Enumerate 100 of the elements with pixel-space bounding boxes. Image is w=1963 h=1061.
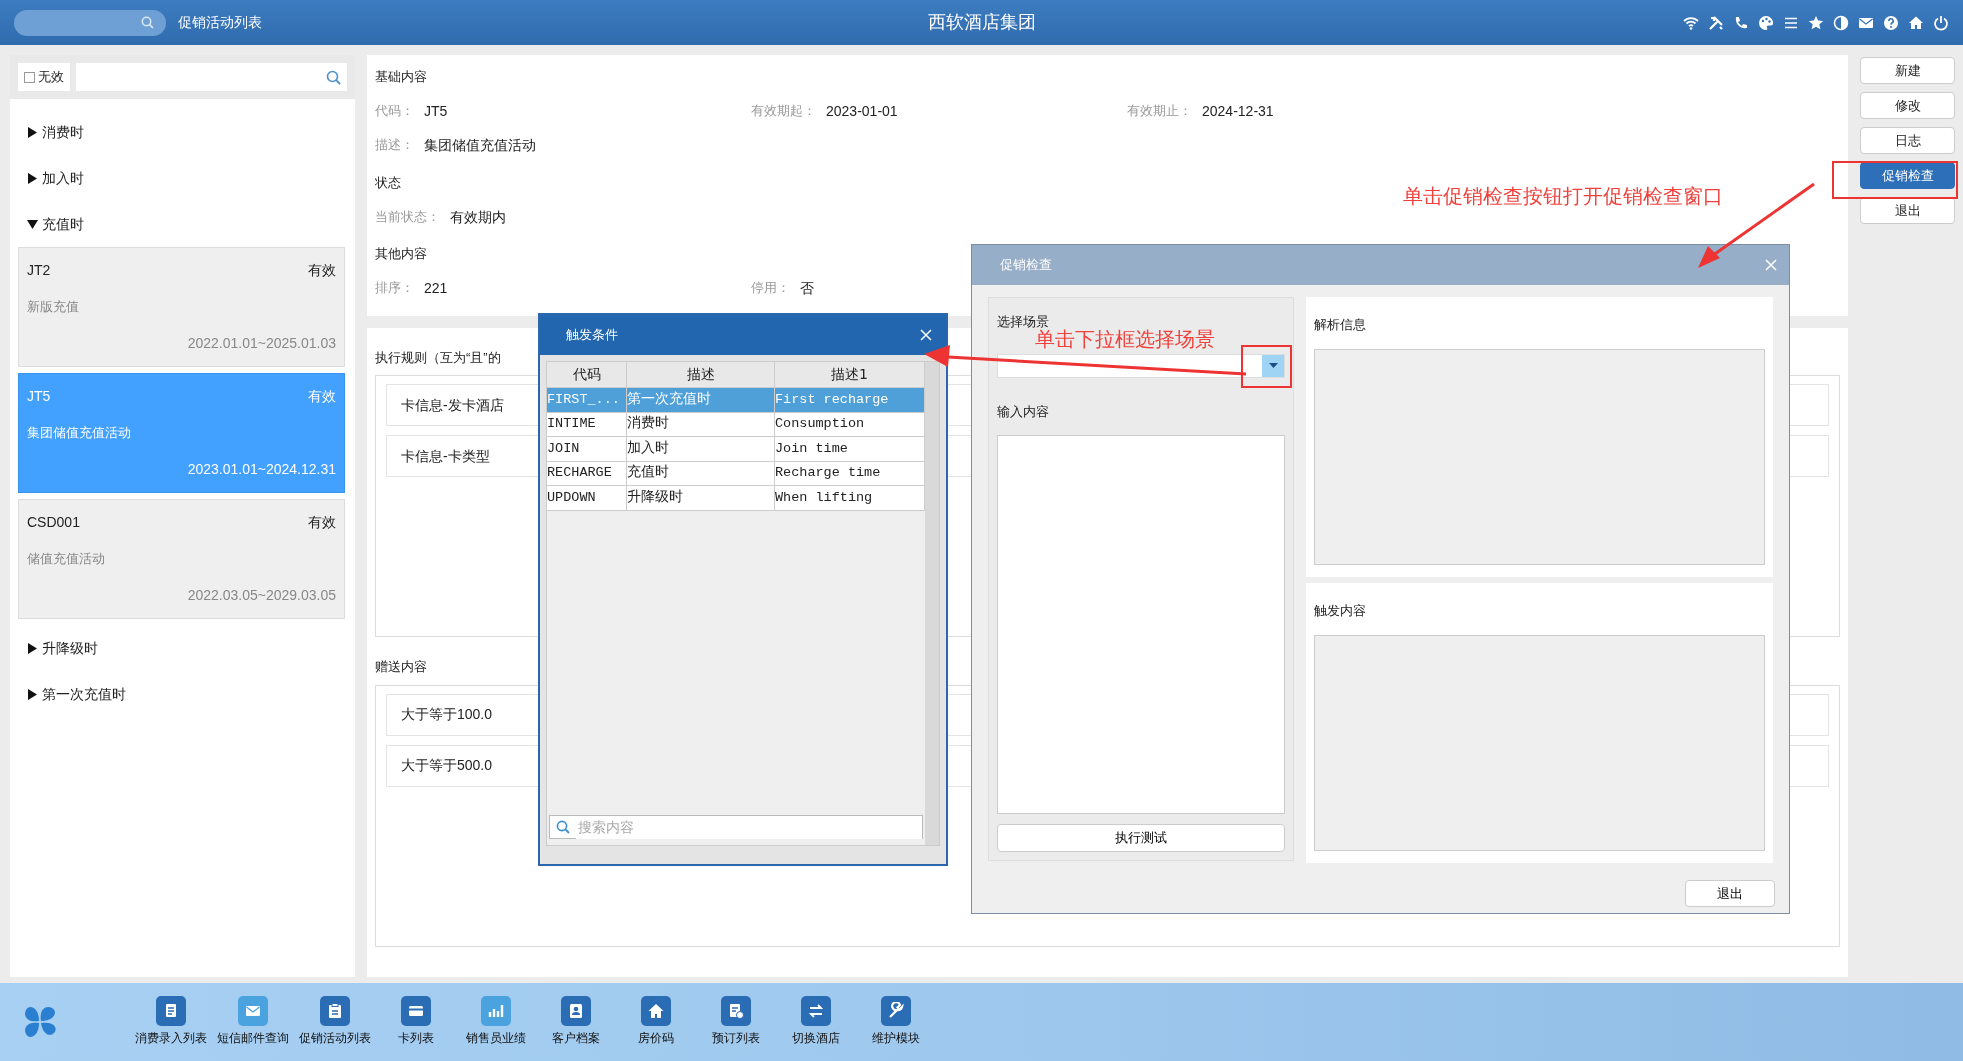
card-description: 储值充值活动 — [27, 550, 106, 569]
home-icon[interactable] — [1908, 14, 1924, 31]
action-button[interactable]: 促销检查 — [1860, 162, 1955, 189]
tree-group-label[interactable]: 消费时 — [42, 121, 84, 143]
caret-icon — [1268, 363, 1278, 368]
card-code: JT2 — [27, 261, 51, 280]
run-test-button[interactable]: 执行测试 — [997, 824, 1285, 852]
tools-icon[interactable] — [1708, 14, 1724, 31]
invalid-checkbox[interactable]: 无效 — [18, 63, 70, 91]
input-field[interactable] — [997, 435, 1285, 814]
help-icon[interactable] — [1883, 14, 1899, 31]
phone-icon[interactable] — [1733, 14, 1749, 31]
section-heading: 其他内容 — [375, 245, 427, 263]
taskbar-label[interactable]: 促销活动列表 — [299, 1030, 371, 1048]
table-cell: UPDOWN — [547, 486, 627, 510]
power-icon[interactable] — [1933, 14, 1949, 31]
table-row[interactable]: UPDOWN 升降级时 When lifting — [547, 486, 925, 511]
taskbar-label[interactable]: 房价码 — [638, 1030, 674, 1048]
taskbar-label[interactable]: 切换酒店 — [792, 1030, 840, 1048]
section-heading: 基础内容 — [375, 68, 427, 86]
app-title: 西软酒店集团 — [927, 12, 1036, 32]
table-cell: FIRST_... — [547, 388, 627, 412]
action-button[interactable]: 新建 — [1860, 57, 1955, 84]
taskbar-label[interactable]: 维护模块 — [872, 1030, 920, 1048]
table-row[interactable]: RECHARGE 充值时 Recharge time — [547, 461, 925, 486]
close-icon — [1765, 259, 1777, 271]
section-heading: 执行规则（互为“且”的 — [375, 348, 501, 367]
card-period: 2023.01.01~2024.12.31 — [186, 460, 336, 479]
taskbar-label[interactable]: 消费录入列表 — [135, 1030, 207, 1048]
section-heading: 赠送内容 — [375, 658, 427, 676]
action-button[interactable]: 修改 — [1860, 92, 1955, 119]
contrast-icon[interactable] — [1833, 14, 1849, 31]
card-code: CSD001 — [27, 513, 80, 532]
table-row[interactable]: INTIME 消费时 Consumption — [547, 412, 925, 437]
field-label: 有效期起： — [751, 102, 816, 120]
taskbar-label[interactable]: 卡列表 — [398, 1030, 434, 1048]
field-value: 2023-01-01 — [826, 102, 898, 121]
card-code: JT5 — [27, 387, 51, 406]
table-cell: 加入时 — [627, 437, 775, 461]
table-cell: RECHARGE — [547, 461, 627, 485]
search-icon — [556, 820, 570, 834]
highlight-frame — [1241, 345, 1292, 388]
card-description: 集团储值充值活动 — [27, 424, 132, 443]
palette-icon[interactable] — [1758, 14, 1774, 31]
action-button[interactable]: 日志 — [1860, 127, 1955, 154]
table-row[interactable]: JOIN 加入时 Join time — [547, 437, 925, 462]
search-icon — [141, 16, 154, 29]
table-cell: INTIME — [547, 412, 627, 436]
field-value: 2024-12-31 — [1202, 102, 1274, 121]
dropdown-button[interactable] — [1262, 354, 1284, 377]
tree-group-label[interactable]: 加入时 — [42, 167, 84, 189]
field-label: 描述： — [375, 136, 414, 154]
scrollbar[interactable] — [925, 362, 939, 845]
exit-button[interactable]: 退出 — [1685, 880, 1775, 907]
section-heading: 状态 — [375, 173, 401, 192]
field-label: 代码： — [375, 102, 414, 120]
card-period: 2022.01.01~2025.01.03 — [186, 334, 336, 353]
tree-group-label[interactable]: 第一次充值时 — [42, 683, 126, 705]
promotion-card[interactable]: JT2 有效 新版充值 2022.01.01~2025.01.03 — [18, 247, 345, 367]
page-tab[interactable]: 促销活动列表 — [178, 12, 262, 33]
taskbar-label[interactable]: 客户档案 — [552, 1030, 600, 1048]
taskbar-label[interactable]: 预订列表 — [712, 1030, 760, 1048]
field-label: 排序： — [375, 279, 414, 297]
close-button[interactable] — [920, 329, 932, 341]
star-icon[interactable] — [1808, 14, 1824, 31]
taskbar-label[interactable]: 短信邮件查询 — [217, 1030, 289, 1048]
search-icon — [326, 69, 341, 85]
search-field[interactable] — [14, 9, 166, 36]
field-label: 输入内容 — [997, 402, 1050, 421]
wifi-icon[interactable] — [1683, 14, 1699, 31]
annotation-text: 单击下拉框选择场景 — [1035, 329, 1215, 349]
dialog-title: 触发条件 — [566, 326, 618, 345]
field-label: 有效期止： — [1127, 102, 1192, 120]
table-cell: 消费时 — [627, 412, 775, 436]
card-status: 有效 — [308, 261, 336, 280]
tree-group-label[interactable]: 升降级时 — [42, 637, 98, 659]
document-icon — [727, 1002, 745, 1021]
column-header[interactable]: 描述 — [627, 362, 775, 387]
card-status: 有效 — [308, 387, 336, 406]
field-value: 有效期内 — [450, 207, 506, 227]
panel-label: 触发内容 — [1314, 602, 1367, 620]
tree-group-label[interactable]: 充值时 — [42, 213, 84, 235]
card-status: 有效 — [308, 513, 336, 532]
column-header[interactable]: 代码 — [547, 362, 627, 387]
card-description: 新版充值 — [27, 298, 80, 317]
field-value: JT5 — [424, 102, 448, 121]
table-cell: 充值时 — [627, 461, 775, 485]
house-icon — [647, 1002, 665, 1021]
promotion-card[interactable]: CSD001 有效 储值充值活动 2022.03.05~2029.03.05 — [18, 499, 345, 619]
table-cell: 第一次充值时 — [627, 388, 775, 412]
field-value: 221 — [424, 279, 448, 298]
annotation-text: 单击促销检查按钮打开促销检查窗口 — [1403, 186, 1723, 206]
taskbar-label[interactable]: 销售员业绩 — [466, 1030, 526, 1048]
field-label: 选择场景 — [997, 313, 1050, 329]
contact-icon — [567, 1002, 585, 1021]
field-value: 集团储值充值活动 — [424, 136, 536, 155]
action-button[interactable]: 退出 — [1860, 197, 1955, 224]
search-field[interactable]: 搜索内容 — [549, 815, 923, 839]
panel-label: 解析信息 — [1314, 316, 1367, 334]
search-field[interactable] — [76, 63, 347, 91]
